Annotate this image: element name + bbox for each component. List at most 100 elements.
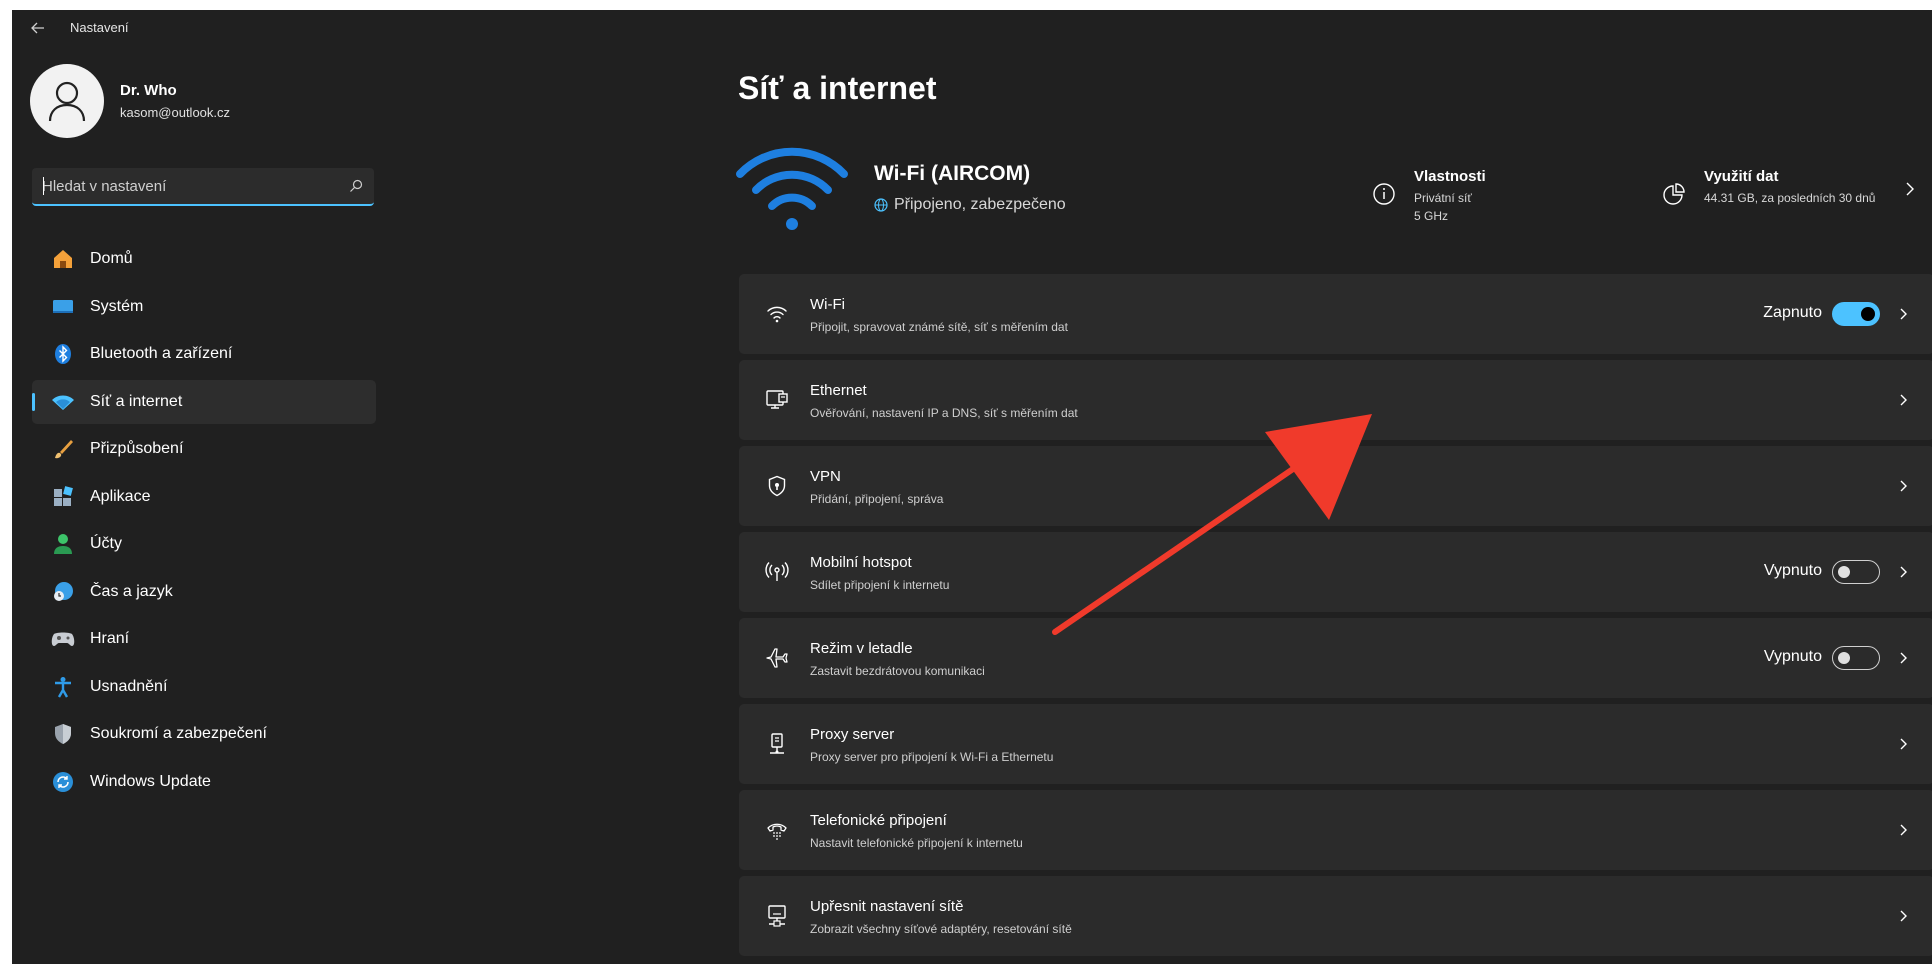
card-subtitle: Připojit, spravovat známé sítě, síť s mě… <box>810 320 1068 334</box>
avatar[interactable] <box>30 64 104 138</box>
wifi-toggle[interactable] <box>1832 302 1880 326</box>
card-subtitle: Zastavit bezdrátovou komunikaci <box>810 664 985 678</box>
network-icon <box>50 389 76 415</box>
network-adapter-icon <box>763 902 791 930</box>
sidebar-item-bluetooth[interactable]: Bluetooth a zařízení <box>32 332 376 376</box>
brush-icon <box>50 436 76 462</box>
chevron-right-icon <box>1894 390 1914 410</box>
card-subtitle: Ověřování, nastavení IP a DNS, síť s měř… <box>810 406 1078 420</box>
toggle-state-label: Vypnuto <box>1763 648 1822 665</box>
card-subtitle: Sdílet připojení k internetu <box>810 578 950 592</box>
toggle-state-label: Zapnuto <box>1763 304 1822 321</box>
gamepad-icon <box>50 626 76 652</box>
sidebar-item-privacy[interactable]: Soukromí a zabezpečení <box>32 712 376 756</box>
toggle-knob <box>1838 651 1850 664</box>
settings-card-list: Wi-Fi Připojit, spravovat známé sítě, sí… <box>739 274 1932 962</box>
card-title: Telefonické připojení <box>810 812 947 829</box>
properties-title: Vlastnosti <box>1414 168 1486 185</box>
card-dialup[interactable]: Telefonické připojení Nastavit telefonic… <box>739 790 1932 870</box>
settings-window: Nastavení Dr. Who kasom@outlook.cz Domů <box>12 10 1932 964</box>
globe-clock-icon <box>50 579 76 605</box>
connection-name: Wi-Fi (AIRCOM) <box>874 162 1031 185</box>
sidebar-item-label: Soukromí a zabezpečení <box>90 725 267 742</box>
apps-icon <box>50 484 76 510</box>
toggle-knob <box>1861 307 1875 321</box>
pie-chart-icon <box>1662 182 1692 228</box>
properties-network-type: Privátní síť <box>1414 191 1472 205</box>
text-caret <box>43 177 44 195</box>
title-bar: Nastavení <box>12 10 1932 46</box>
sidebar-item-label: Usnadnění <box>90 677 168 695</box>
toggle-knob <box>1838 565 1850 578</box>
card-subtitle: Zobrazit všechny síťové adaptéry, reseto… <box>810 922 1072 936</box>
sidebar-item-label: Domů <box>90 250 133 267</box>
chevron-right-icon <box>1894 304 1914 324</box>
sidebar-item-accessibility[interactable]: Usnadnění <box>32 665 376 709</box>
sidebar-item-label: Síť a internet <box>90 392 183 410</box>
page-title: Síť a internet <box>738 70 937 106</box>
card-advanced-network[interactable]: Upřesnit nastavení sítě Zobrazit všechny… <box>739 876 1932 956</box>
vpn-shield-icon <box>763 472 791 500</box>
sidebar-item-apps[interactable]: Aplikace <box>32 475 376 519</box>
hotspot-toggle[interactable] <box>1832 560 1880 584</box>
sidebar-item-accounts[interactable]: Účty <box>32 522 376 566</box>
back-arrow-icon <box>31 22 44 34</box>
sidebar-item-gaming[interactable]: Hraní <box>32 617 376 661</box>
sidebar-item-label: Hraní <box>90 630 130 647</box>
data-usage-subtitle: 44.31 GB, za posledních 30 dnů <box>1704 191 1876 205</box>
search-input[interactable] <box>32 168 338 204</box>
sidebar-item-label: Bluetooth a zařízení <box>90 345 233 362</box>
update-icon <box>50 769 76 795</box>
sidebar-item-label: Windows Update <box>90 772 211 790</box>
card-subtitle: Nastavit telefonické připojení k interne… <box>810 836 1023 850</box>
sidebar-item-home[interactable]: Domů <box>32 237 376 281</box>
search-box[interactable] <box>32 168 374 206</box>
card-title: VPN <box>810 468 841 485</box>
sidebar-item-personalization[interactable]: Přizpůsobení <box>32 427 376 471</box>
globe-icon <box>874 198 888 212</box>
properties-band: 5 GHz <box>1414 209 1449 223</box>
card-wifi[interactable]: Wi-Fi Připojit, spravovat známé sítě, sí… <box>739 274 1932 354</box>
airplane-icon <box>763 644 791 672</box>
sidebar-item-time-language[interactable]: Čas a jazyk <box>32 570 376 614</box>
properties-link[interactable]: Vlastnosti Privátní síť 5 GHz <box>1372 168 1486 238</box>
sidebar-item-label: Přizpůsobení <box>90 440 184 457</box>
card-subtitle: Přidání, připojení, správa <box>810 492 944 506</box>
profile-email: kasom@outlook.cz <box>120 105 231 120</box>
info-icon <box>1372 182 1402 238</box>
sidebar-item-network[interactable]: Síť a internet <box>32 379 376 424</box>
profile-name: Dr. Who <box>120 82 177 99</box>
connection-status: Připojeno, zabezpečeno <box>874 196 1066 214</box>
ethernet-icon <box>763 386 791 414</box>
card-title: Ethernet <box>810 382 867 399</box>
search-icon[interactable] <box>338 179 374 193</box>
chevron-right-icon[interactable] <box>1904 180 1916 203</box>
person-icon <box>50 531 76 557</box>
dialup-icon <box>763 816 791 844</box>
back-button[interactable] <box>26 16 50 40</box>
sidebar-item-windows-update[interactable]: Windows Update <box>32 760 376 804</box>
wifi-large-icon <box>734 144 850 230</box>
active-indicator <box>32 392 35 411</box>
chevron-right-icon <box>1894 906 1914 926</box>
chevron-right-icon <box>1894 734 1914 754</box>
card-proxy[interactable]: Proxy server Proxy server pro připojení … <box>739 704 1932 784</box>
card-mobile-hotspot[interactable]: Mobilní hotspot Sdílet připojení k inter… <box>739 532 1932 612</box>
sidebar-nav: Domů Systém Bluetooth a zařízení Síť a i… <box>32 237 376 807</box>
window-title: Nastavení <box>70 20 129 35</box>
toggle-state-label: Vypnuto <box>1763 562 1822 579</box>
airplane-mode-toggle[interactable] <box>1832 646 1880 670</box>
accessibility-icon <box>50 674 76 700</box>
card-ethernet[interactable]: Ethernet Ověřování, nastavení IP a DNS, … <box>739 360 1932 440</box>
chevron-right-icon <box>1894 476 1914 496</box>
data-usage-link[interactable]: Využití dat 44.31 GB, za posledních 30 d… <box>1662 168 1875 228</box>
user-profile[interactable]: Dr. Who kasom@outlook.cz <box>30 64 380 144</box>
proxy-icon <box>763 730 791 758</box>
sidebar-item-system[interactable]: Systém <box>32 285 376 329</box>
card-vpn[interactable]: VPN Přidání, připojení, správa <box>739 446 1932 526</box>
card-title: Wi-Fi <box>810 296 845 313</box>
card-airplane-mode[interactable]: Režim v letadle Zastavit bezdrátovou kom… <box>739 618 1932 698</box>
sidebar-item-label: Aplikace <box>90 487 151 505</box>
chevron-right-icon <box>1894 648 1914 668</box>
sidebar-item-label: Systém <box>90 297 144 315</box>
